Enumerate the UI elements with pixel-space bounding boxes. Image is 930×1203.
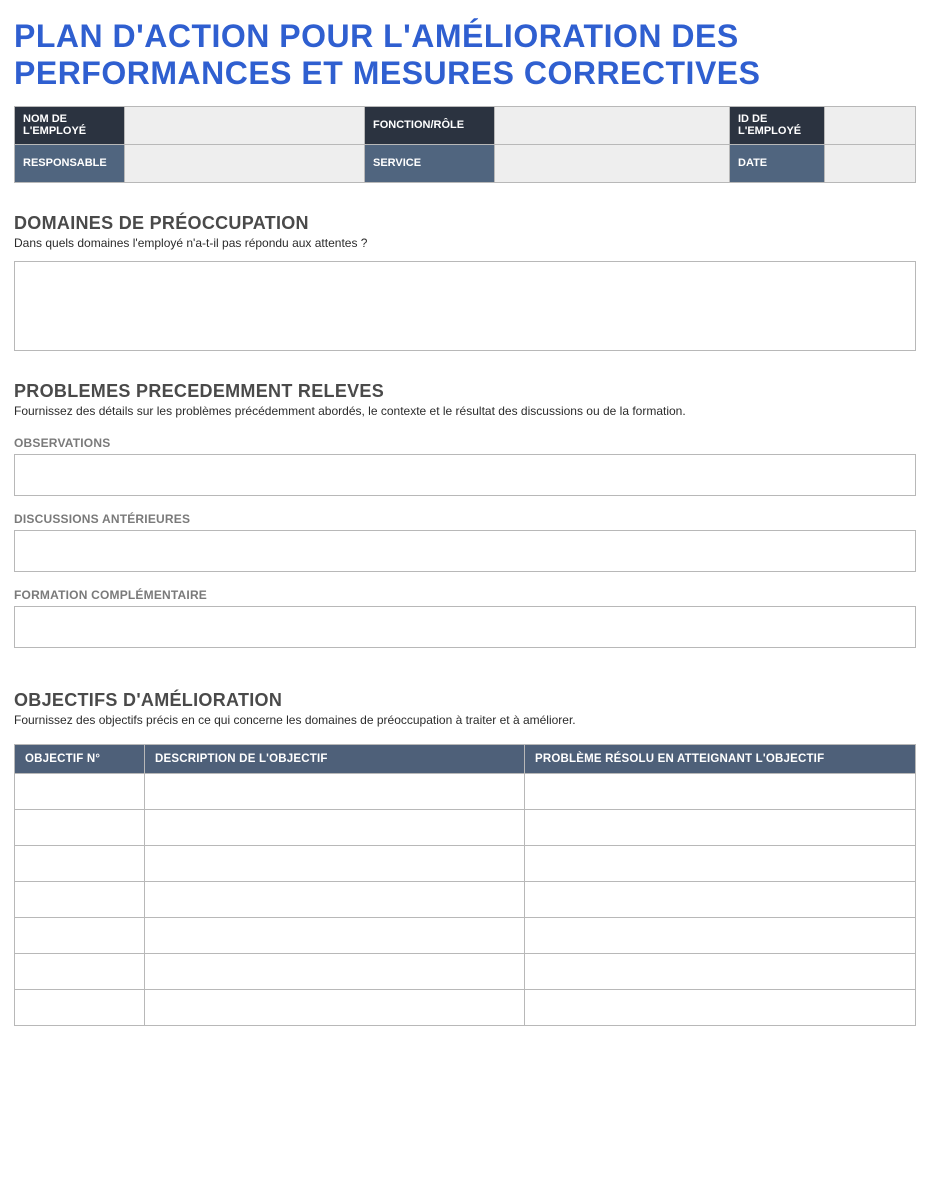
- objectives-cell-num[interactable]: [15, 882, 145, 918]
- training-field[interactable]: [14, 606, 916, 648]
- date-label: DATE: [730, 144, 825, 182]
- employee-name-field[interactable]: [125, 106, 365, 144]
- discussions-label: DISCUSSIONS ANTÉRIEURES: [14, 512, 916, 526]
- objectives-cell-desc[interactable]: [145, 774, 525, 810]
- prev-issues-heading: PROBLEMES PRECEDEMMENT RELEVES: [14, 381, 916, 402]
- objectives-cell-num[interactable]: [15, 810, 145, 846]
- areas-of-concern-description: Dans quels domaines l'employé n'a-t-il p…: [14, 236, 916, 252]
- objectives-cell-num[interactable]: [15, 774, 145, 810]
- objectives-cell-problem[interactable]: [525, 990, 916, 1026]
- objectives-cell-problem[interactable]: [525, 882, 916, 918]
- discussions-field[interactable]: [14, 530, 916, 572]
- objectives-cell-num[interactable]: [15, 918, 145, 954]
- observations-field[interactable]: [14, 454, 916, 496]
- objectives-description: Fournissez des objectifs précis en ce qu…: [14, 713, 916, 729]
- objectives-cell-num[interactable]: [15, 990, 145, 1026]
- objectives-col-desc: DESCRIPTION DE L'OBJECTIF: [145, 745, 525, 774]
- table-row: RESPONSABLE SERVICE DATE: [15, 144, 916, 182]
- objectives-cell-desc[interactable]: [145, 918, 525, 954]
- role-field[interactable]: [495, 106, 730, 144]
- objectives-cell-problem[interactable]: [525, 774, 916, 810]
- table-row: [15, 846, 916, 882]
- objectives-col-problem: PROBLÈME RÉSOLU EN ATTEIGNANT L'OBJECTIF: [525, 745, 916, 774]
- areas-of-concern-heading: DOMAINES DE PRÉOCCUPATION: [14, 213, 916, 234]
- employee-info-table: NOM DE L'EMPLOYÉ FONCTION/RÔLE ID DE L'E…: [14, 106, 916, 183]
- page-title: PLAN D'ACTION POUR L'AMÉLIORATION DES PE…: [14, 18, 916, 92]
- objectives-cell-desc[interactable]: [145, 810, 525, 846]
- role-label: FONCTION/RÔLE: [365, 106, 495, 144]
- service-field[interactable]: [495, 144, 730, 182]
- areas-of-concern-field[interactable]: [14, 261, 916, 351]
- training-label: FORMATION COMPLÉMENTAIRE: [14, 588, 916, 602]
- date-field[interactable]: [825, 144, 916, 182]
- service-label: SERVICE: [365, 144, 495, 182]
- employee-id-label: ID DE L'EMPLOYÉ: [730, 106, 825, 144]
- prev-issues-description: Fournissez des détails sur les problèmes…: [14, 404, 916, 420]
- table-row: [15, 990, 916, 1026]
- objectives-cell-num[interactable]: [15, 954, 145, 990]
- observations-label: OBSERVATIONS: [14, 436, 916, 450]
- table-row: OBJECTIF N° DESCRIPTION DE L'OBJECTIF PR…: [15, 745, 916, 774]
- table-row: [15, 954, 916, 990]
- table-row: [15, 774, 916, 810]
- manager-label: RESPONSABLE: [15, 144, 125, 182]
- objectives-cell-desc[interactable]: [145, 846, 525, 882]
- objectives-cell-problem[interactable]: [525, 810, 916, 846]
- objectives-cell-problem[interactable]: [525, 846, 916, 882]
- employee-name-label: NOM DE L'EMPLOYÉ: [15, 106, 125, 144]
- table-row: [15, 810, 916, 846]
- table-row: [15, 918, 916, 954]
- employee-id-field[interactable]: [825, 106, 916, 144]
- objectives-col-num: OBJECTIF N°: [15, 745, 145, 774]
- objectives-heading: OBJECTIFS D'AMÉLIORATION: [14, 690, 916, 711]
- objectives-table: OBJECTIF N° DESCRIPTION DE L'OBJECTIF PR…: [14, 744, 916, 1026]
- objectives-cell-desc[interactable]: [145, 882, 525, 918]
- objectives-cell-desc[interactable]: [145, 990, 525, 1026]
- manager-field[interactable]: [125, 144, 365, 182]
- objectives-cell-desc[interactable]: [145, 954, 525, 990]
- objectives-cell-problem[interactable]: [525, 918, 916, 954]
- objectives-cell-problem[interactable]: [525, 954, 916, 990]
- table-row: NOM DE L'EMPLOYÉ FONCTION/RÔLE ID DE L'E…: [15, 106, 916, 144]
- table-row: [15, 882, 916, 918]
- objectives-cell-num[interactable]: [15, 846, 145, 882]
